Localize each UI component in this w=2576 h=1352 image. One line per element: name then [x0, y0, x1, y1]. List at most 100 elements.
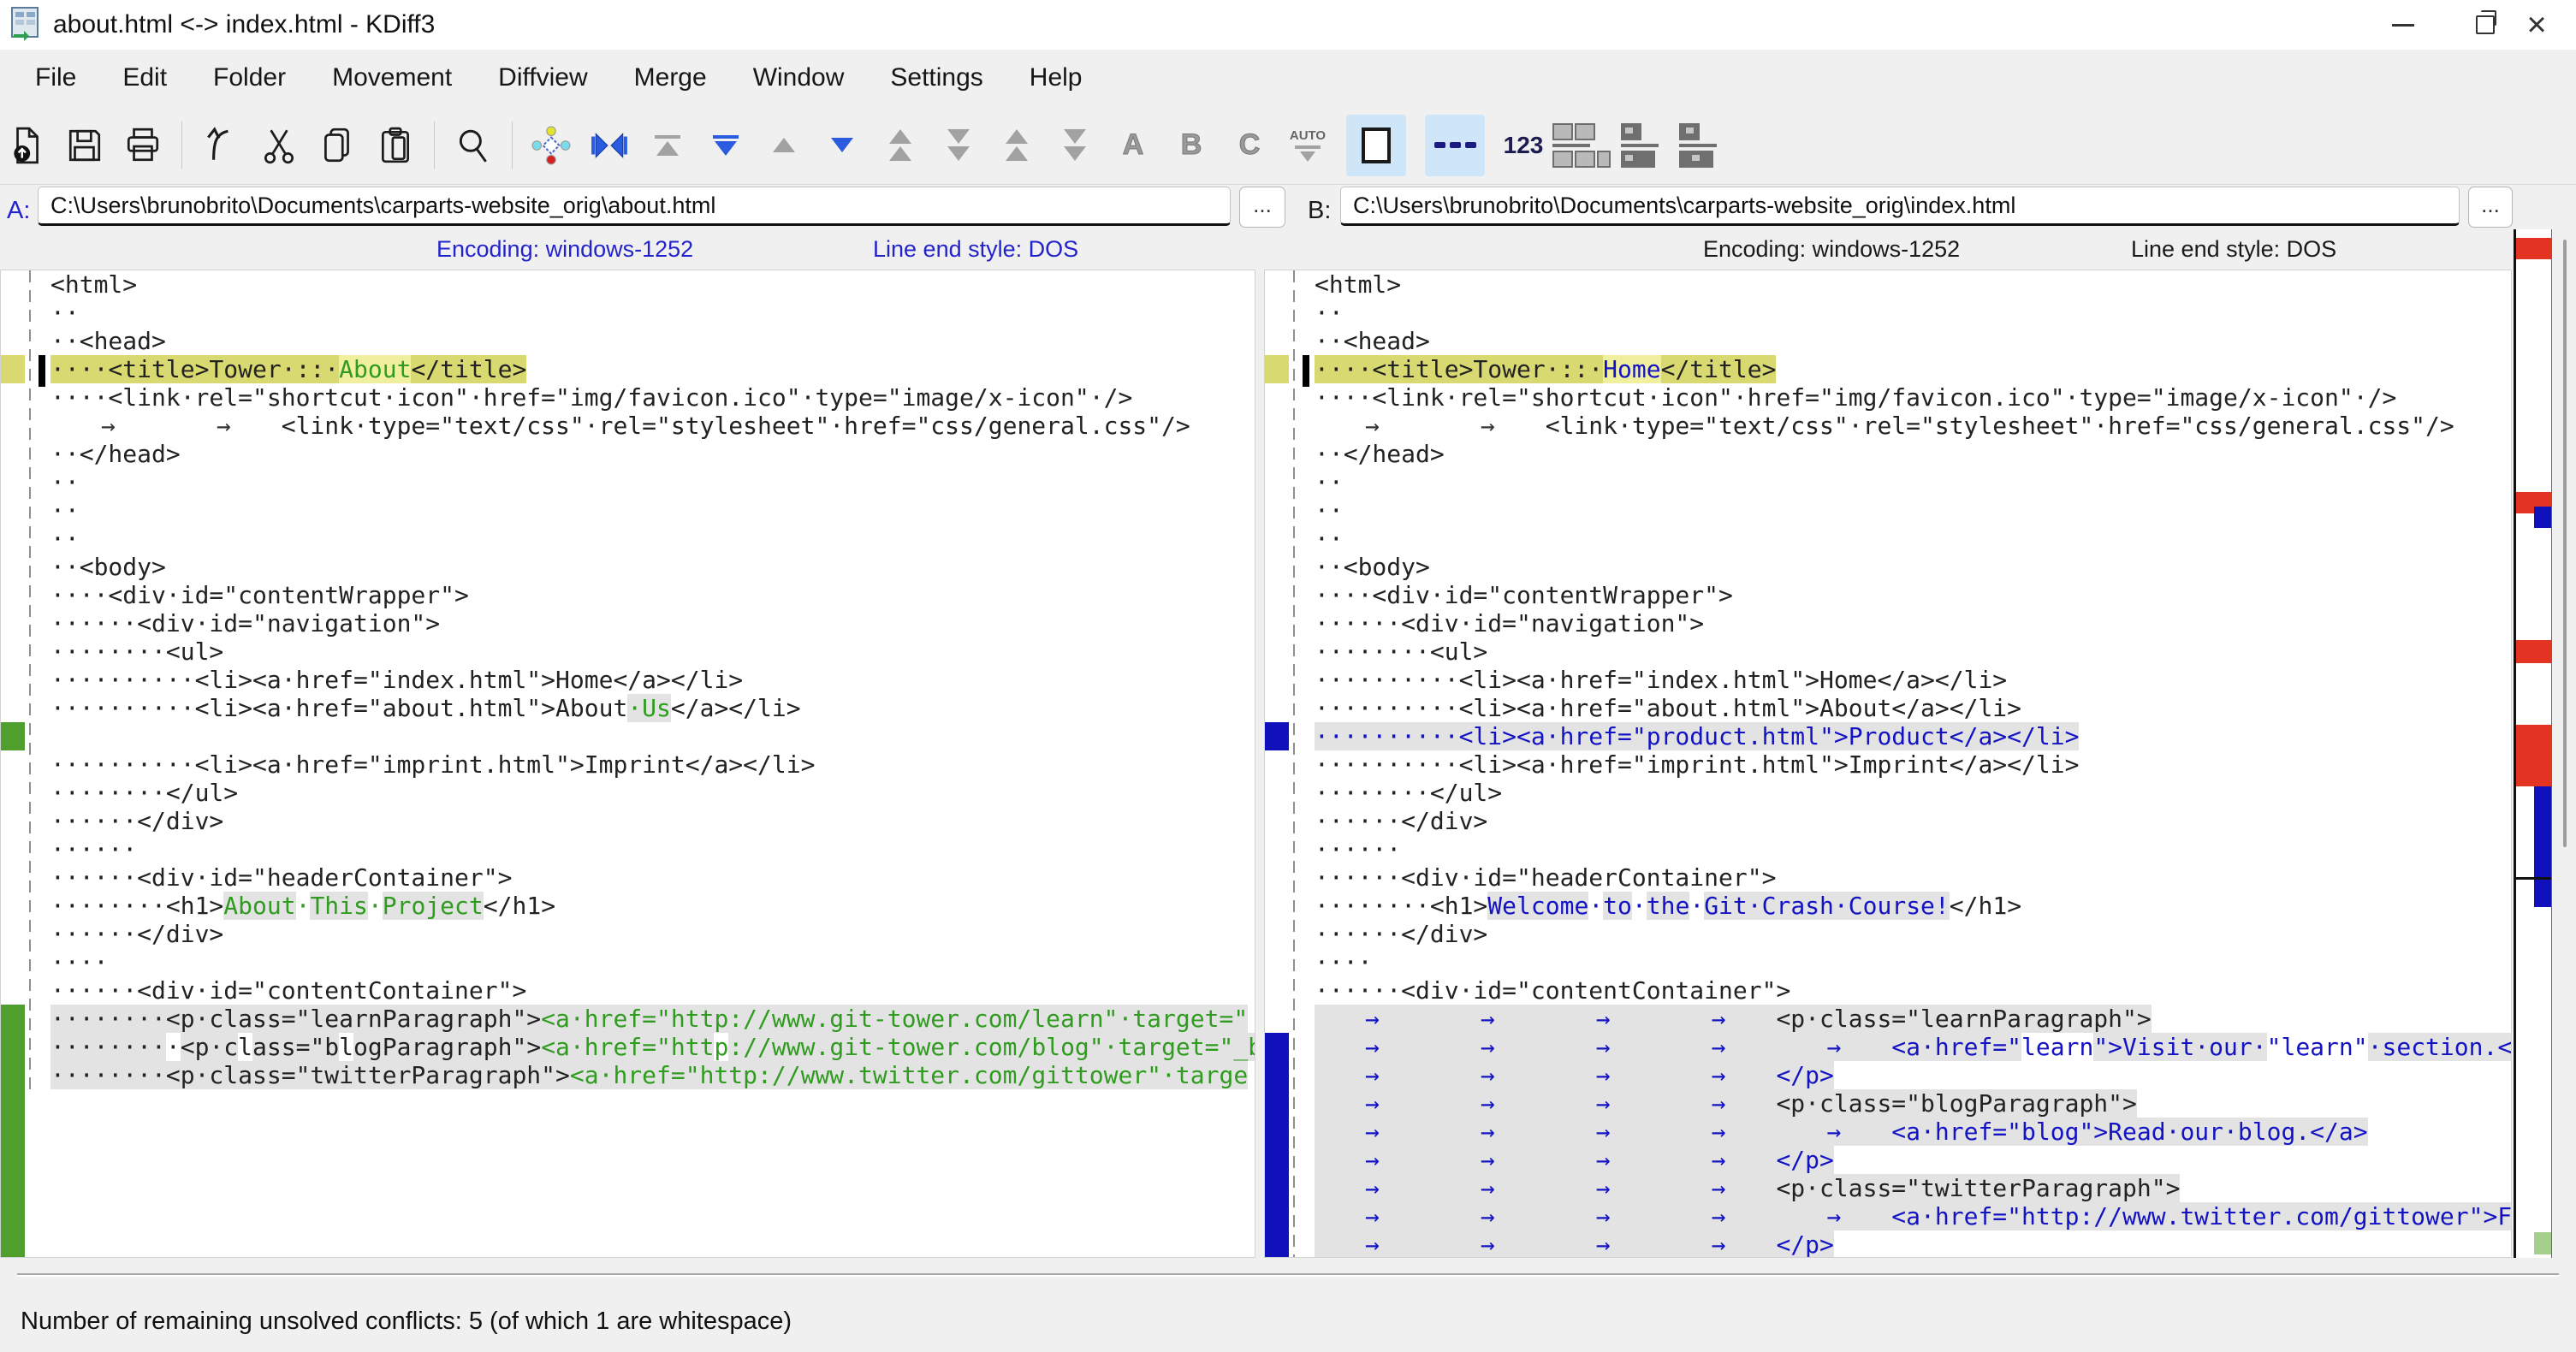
code-line: →→→→</p>: [1315, 1230, 2511, 1258]
first-delta-icon: [655, 135, 680, 156]
paste-button[interactable]: [376, 115, 415, 176]
panel-b-path-input[interactable]: [1340, 187, 2460, 226]
overview-visible-range-frame: [2516, 877, 2551, 880]
find-button[interactable]: [454, 115, 493, 176]
code-line: ······</div>: [1315, 807, 2511, 835]
next-conflict-icon: [947, 129, 970, 161]
menu-item-edit[interactable]: Edit: [99, 63, 190, 92]
status-divider: [17, 1273, 2559, 1277]
show-line-numbers-button[interactable]: 123: [1504, 115, 1543, 176]
whitespace-icon: [1362, 127, 1391, 163]
menu-item-file[interactable]: File: [12, 63, 99, 92]
code-line: ··········<li><a·href="about.html">About…: [1315, 694, 2511, 722]
code-line: ······</div>: [1315, 920, 2511, 948]
code-line: ··········<li><a·href="imprint.html">Imp…: [50, 750, 1255, 779]
scrollbar-thumb[interactable]: [2563, 240, 2567, 847]
code-line: ········<h1>Welcome·to·the·Git·Crash·Cou…: [1315, 892, 2511, 920]
prev-unsolved-conflict-icon: [1006, 129, 1028, 161]
overview-mark: [2534, 786, 2552, 907]
diff-bowtie-button[interactable]: [590, 115, 629, 176]
overview-mark: [2516, 640, 2551, 663]
code-line: →→→→→<a·href="http://www.twitter.com/git…: [1315, 1202, 2511, 1230]
menu-item-folder[interactable]: Folder: [190, 63, 309, 92]
menu-item-help[interactable]: Help: [1006, 63, 1106, 92]
panel-a-browse-button[interactable]: ...: [1239, 187, 1285, 228]
view-a-vs-output-button[interactable]: [1620, 115, 1659, 176]
go-to-next-conflict-button[interactable]: [939, 115, 978, 176]
code-line: ······<div·id="headerContainer">: [50, 863, 1255, 892]
code-line: ······<div·id="contentContainer">: [1315, 976, 2511, 1005]
panel-b-encoding: Encoding: windows-1252: [1703, 236, 1960, 263]
select-line-b-button[interactable]: B: [1172, 115, 1211, 176]
view-b-vs-output-button[interactable]: [1678, 115, 1718, 176]
close-button[interactable]: ×: [2497, 0, 2576, 50]
code-line: ··: [50, 496, 1255, 525]
diff-pane-b[interactable]: <html>····<head>····<title>Tower·::·Home…: [1264, 270, 2512, 1258]
code-line: ········</ul>: [50, 779, 1255, 807]
print-button[interactable]: [123, 115, 163, 176]
minimize-button[interactable]: [2364, 0, 2442, 50]
show-whitespace-button[interactable]: [1346, 115, 1406, 176]
menu-item-window[interactable]: Window: [730, 63, 868, 92]
menubar: FileEditFolderMovementDiffviewMergeWindo…: [0, 50, 2576, 106]
last-delta-icon: [713, 135, 739, 156]
panel-a-header: A: ... Encoding: windows-1252 Line end s…: [0, 185, 1301, 270]
panel-a-label: A:: [7, 197, 30, 225]
code-line: →→→→</p>: [1315, 1061, 2511, 1089]
go-to-next-unsolved-conflict-button[interactable]: [1055, 115, 1095, 176]
vertical-scrollbar[interactable]: [2555, 205, 2576, 1352]
diff-overview-column[interactable]: [2514, 229, 2552, 1258]
select-line-a-button[interactable]: A: [1113, 115, 1153, 176]
go-to-current-delta-button[interactable]: [531, 115, 571, 176]
go-to-prev-conflict-button[interactable]: [881, 115, 920, 176]
diff-pane-a[interactable]: <html>····<head>····<title>Tower·::·Abou…: [0, 270, 1255, 1258]
code-line: →→→→<p·class="twitterParagraph">: [1315, 1174, 2511, 1202]
auto-advance-button[interactable]: AUTO: [1288, 115, 1327, 176]
view-b-output-icon: [1679, 123, 1717, 168]
go-to-prev-delta-button[interactable]: [764, 115, 804, 176]
code-line: →→<link·type="text/css"·rel="stylesheet"…: [1315, 412, 2511, 440]
go-to-next-delta-button[interactable]: [822, 115, 862, 176]
open-button[interactable]: [7, 115, 46, 176]
go-to-first-delta-button[interactable]: [648, 115, 687, 176]
menu-item-diffview[interactable]: Diffview: [475, 63, 610, 92]
code-line: ··<head>: [50, 327, 1255, 355]
restore-icon: [2476, 15, 2495, 34]
whitespace-characters-icon: [1434, 142, 1476, 148]
select-line-c-button[interactable]: C: [1230, 115, 1269, 176]
code-line: ······<div·id="navigation">: [50, 609, 1255, 637]
code-line: ··: [1315, 496, 2511, 525]
cut-button[interactable]: [259, 115, 299, 176]
status-bar: Number of remaining unsolved conflicts: …: [0, 1284, 2576, 1352]
split-view-button[interactable]: [1562, 115, 1601, 176]
code-line: →→→→<p·class="blogParagraph">: [1315, 1089, 2511, 1118]
select-a-label: A: [1123, 128, 1144, 162]
menu-item-merge[interactable]: Merge: [611, 63, 730, 92]
show-whitespace-characters-button[interactable]: [1425, 115, 1485, 176]
code-line: ····: [50, 948, 1255, 976]
code-line: ····: [1315, 948, 2511, 976]
panel-a-path-input[interactable]: [38, 187, 1231, 226]
code-line: ··<head>: [1315, 327, 2511, 355]
menu-item-movement[interactable]: Movement: [309, 63, 475, 92]
menu-item-settings[interactable]: Settings: [867, 63, 1006, 92]
view-a-output-icon: [1621, 123, 1659, 168]
code-line: →→→→→<a·href="learn">Visit·our·"learn"·s…: [1315, 1033, 2511, 1061]
panel-a-code: <html>····<head>····<title>Tower·::·Abou…: [1, 270, 1255, 1089]
code-line: ····<title>Tower·::·Home</title>: [1315, 355, 2511, 383]
go-to-prev-unsolved-conflict-button[interactable]: [997, 115, 1036, 176]
panel-a-line-end-style: Line end style: DOS: [873, 236, 1078, 263]
code-line: ········<p·class="learnParagraph"><a·hre…: [50, 1005, 1255, 1033]
copy-button[interactable]: [318, 115, 357, 176]
panel-a-encoding: Encoding: windows-1252: [436, 236, 693, 263]
go-to-last-delta-button[interactable]: [706, 115, 745, 176]
code-line: ··: [50, 525, 1255, 553]
code-line: ····<div·id="contentWrapper">: [50, 581, 1255, 609]
code-line: ······<div·id="navigation">: [1315, 609, 2511, 637]
save-button[interactable]: [65, 115, 104, 176]
code-line: →→→→</p>: [1315, 1146, 2511, 1174]
panel-b-browse-button[interactable]: ...: [2468, 187, 2513, 228]
code-line: →→<link·type="text/css"·rel="stylesheet"…: [50, 412, 1255, 440]
undo-button[interactable]: [201, 115, 240, 176]
select-c-label: C: [1239, 128, 1261, 162]
